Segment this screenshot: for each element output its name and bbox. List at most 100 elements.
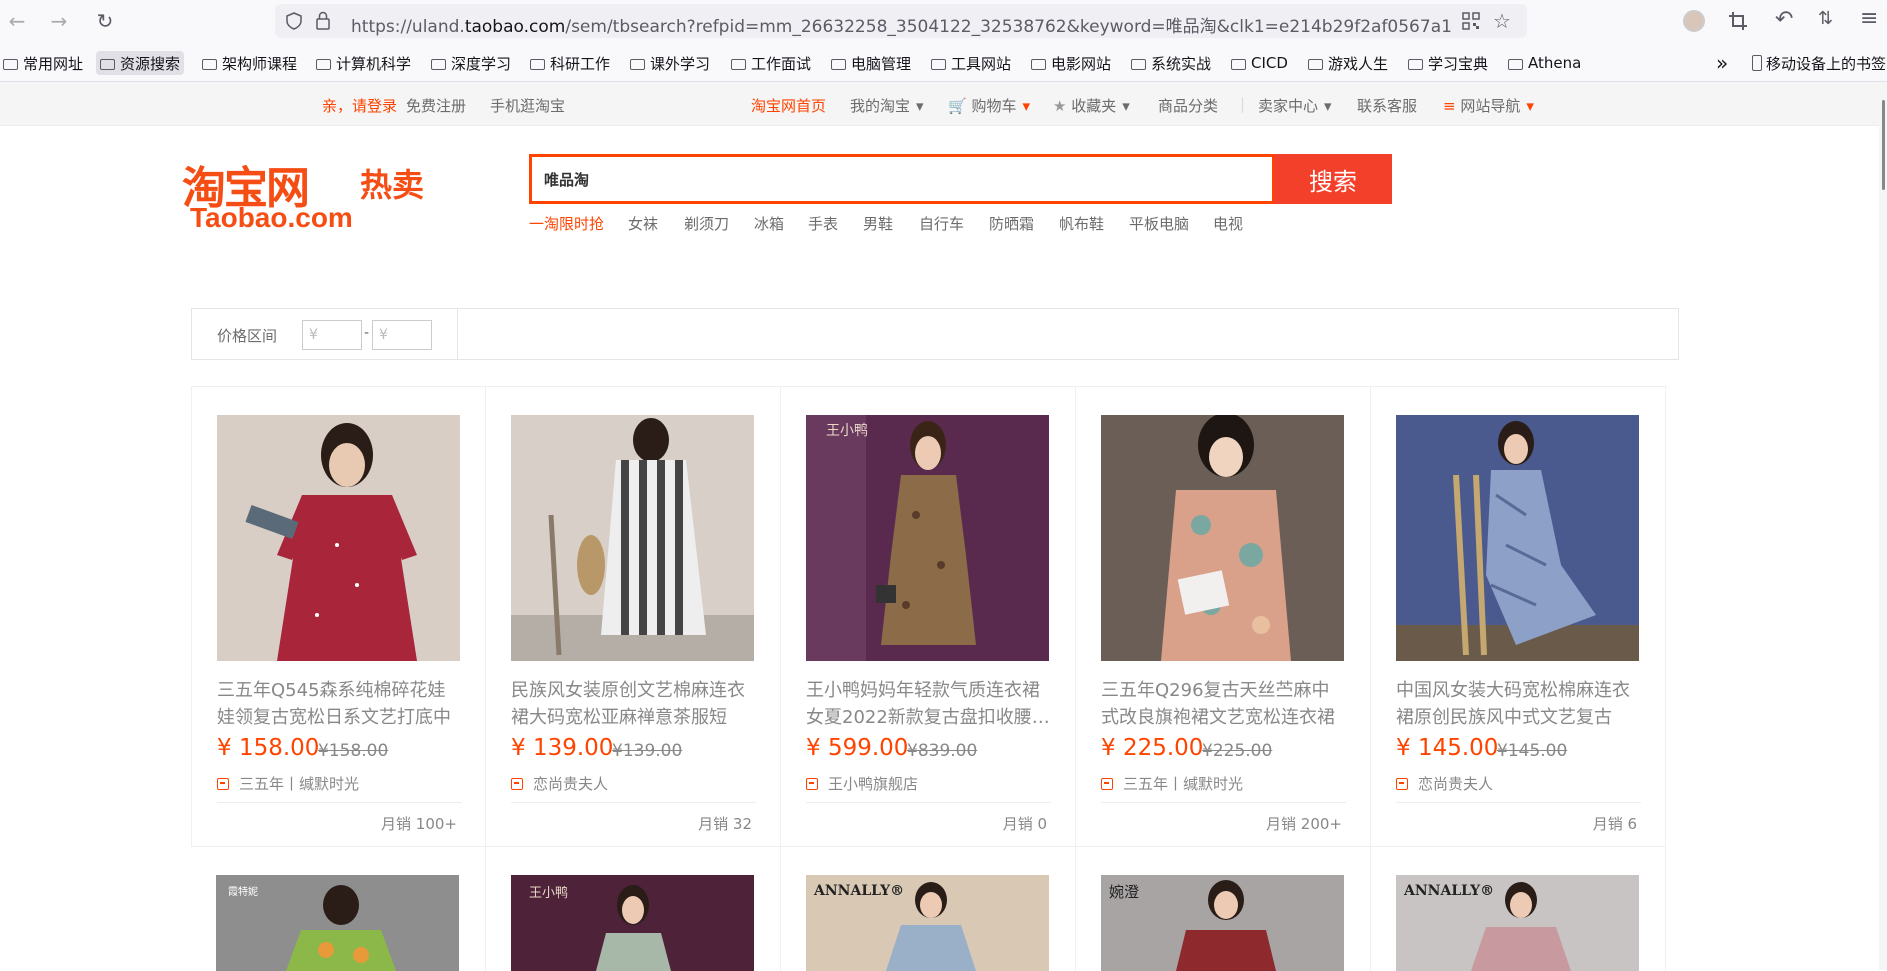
taobao-logo[interactable]: 淘宝网 热卖 Taobao.com (182, 152, 452, 233)
url-text[interactable]: https://uland.taobao.com/sem/tbsearch?re… (351, 12, 1451, 37)
product-image[interactable] (217, 415, 460, 661)
product-card[interactable]: ANNALLY® (781, 847, 1076, 971)
folder-icon (1131, 58, 1146, 70)
back-arrow-icon[interactable]: ← (4, 8, 30, 34)
product-image[interactable]: 王小鸭 (806, 415, 1049, 661)
bookmark-folder[interactable]: 科研工作 (530, 51, 610, 75)
bookmark-folder[interactable]: 电脑管理 (831, 51, 911, 75)
product-image[interactable] (1396, 415, 1639, 661)
product-title[interactable]: 民族风女装原创文艺棉麻连衣裙大码宽松亚麻禅意茶服短袖… (511, 677, 756, 731)
product-card[interactable]: 霞特妮 (191, 847, 486, 971)
product-image[interactable] (1101, 415, 1344, 661)
product-card[interactable]: 王小鸭 (486, 847, 781, 971)
product-sales: 月销 32 (698, 815, 752, 833)
scrollbar-track[interactable] (1879, 82, 1887, 970)
hot-word-link[interactable]: 自行车 (919, 213, 964, 234)
folder-icon (1508, 58, 1523, 70)
hot-word-link[interactable]: 防晒霜 (989, 213, 1034, 234)
product-title[interactable]: 王小鸭妈妈年轻款气质连衣裙女夏2022新款复古盘扣收腰… (806, 677, 1051, 731)
shield-icon[interactable] (285, 12, 303, 30)
bookmark-folder[interactable]: 游戏人生 (1308, 51, 1388, 75)
bookmarks-overflow-icon[interactable]: » (1716, 51, 1728, 75)
address-bar[interactable]: https://uland.taobao.com/sem/tbsearch?re… (275, 4, 1527, 38)
bookmark-label: 学习宝典 (1428, 54, 1489, 73)
lock-icon[interactable] (315, 11, 331, 31)
bookmark-folder[interactable]: 计算机科学 (316, 51, 411, 75)
search-button[interactable]: 搜索 (1274, 154, 1392, 204)
hot-word-link[interactable]: 手表 (808, 213, 838, 234)
product-shop[interactable]: 王小鸭旗舰店 (806, 773, 918, 794)
seller-center-link[interactable]: 卖家中心 ▾ (1258, 95, 1332, 116)
url-path: /sem/tbsearch?refpid=mm_26632258_3504122… (565, 17, 1451, 37)
hot-word-link[interactable]: 帆布鞋 (1059, 213, 1104, 234)
reload-icon[interactable]: ↻ (92, 8, 118, 34)
bookmark-label: 工作面试 (751, 54, 812, 73)
bookmark-folder[interactable]: 学习宝典 (1408, 51, 1488, 75)
hot-word-link[interactable]: 男鞋 (863, 213, 893, 234)
translate-icon[interactable]: ⇅ (1818, 8, 1833, 29)
hot-word-link[interactable]: 女袜 (628, 213, 658, 234)
product-image[interactable]: ANNALLY® (806, 875, 1049, 971)
bookmark-folder[interactable]: 架构师课程 (202, 51, 297, 75)
categories-link[interactable]: 商品分类 (1158, 95, 1218, 116)
product-image[interactable]: ANNALLY® (1396, 875, 1639, 971)
bookmark-folder[interactable]: 工作面试 (731, 51, 811, 75)
bookmark-folder[interactable]: 系统实战 (1131, 51, 1211, 75)
product-title[interactable]: 中国风女装大码宽松棉麻连衣裙原创民族风中式文艺复古茶… (1396, 677, 1641, 731)
product-image[interactable]: 王小鸭 (511, 875, 754, 971)
product-image[interactable] (511, 415, 754, 661)
mobile-bookmarks[interactable]: 移动设备上的书签 (1752, 51, 1886, 75)
cart-link[interactable]: 🛒 购物车 ▾ (948, 95, 1030, 116)
price-max-input[interactable]: ¥ (372, 320, 432, 350)
product-title[interactable]: 三五年Q545森系纯棉碎花娃娃领复古宽松日系文艺打底中长… (217, 677, 462, 731)
product-shop[interactable]: 恋尚贵夫人 (511, 773, 608, 794)
favorites-link[interactable]: ★ 收藏夹 ▾ (1053, 95, 1130, 116)
product-shop[interactable]: 恋尚贵夫人 (1396, 773, 1493, 794)
search-input[interactable] (532, 157, 1272, 201)
product-card[interactable]: 民族风女装原创文艺棉麻连衣裙大码宽松亚麻禅意茶服短袖… ¥ 139.00 ¥13… (486, 387, 781, 847)
my-taobao-link[interactable]: 我的淘宝 ▾ (850, 95, 924, 116)
qr-code-icon[interactable] (1462, 12, 1480, 30)
product-image[interactable]: 婉澄 (1101, 875, 1344, 971)
site-navigation-link[interactable]: ≡ 网站导航 ▾ (1443, 95, 1534, 116)
customer-service-link[interactable]: 联系客服 (1357, 95, 1417, 116)
bookmark-folder[interactable]: 电影网站 (1031, 51, 1111, 75)
profile-avatar-icon[interactable] (1683, 10, 1705, 32)
logo-hot-sale: 热卖 (360, 166, 425, 204)
product-card[interactable]: ANNALLY® (1371, 847, 1666, 971)
product-shop[interactable]: 三五年丨缄默时光 (217, 773, 359, 794)
mobile-link[interactable]: 手机逛淘宝 (490, 95, 565, 116)
product-shop[interactable]: 三五年丨缄默时光 (1101, 773, 1243, 794)
bookmark-folder[interactable]: 常用网址 (3, 51, 83, 75)
bookmark-folder[interactable]: CICD (1231, 51, 1288, 75)
bookmark-folder[interactable]: 深度学习 (431, 51, 511, 75)
product-card[interactable]: 三五年Q296复古天丝苎麻中式改良旗袍裙文艺宽松连衣裙a… ¥ 225.00 ¥… (1076, 387, 1371, 847)
home-link[interactable]: 淘宝网首页 (751, 95, 826, 116)
product-image[interactable]: 霞特妮 (216, 875, 459, 971)
bookmark-folder[interactable]: Athena (1508, 51, 1581, 75)
menu-icon[interactable]: ≡ (1860, 6, 1878, 31)
register-link[interactable]: 免费注册 (406, 95, 466, 116)
price-min-input[interactable]: ¥ (302, 320, 362, 350)
product-card[interactable]: 王小鸭 王小鸭妈妈年轻款气质连衣裙女夏2022新款复古盘扣收腰… ¥ 599.0… (781, 387, 1076, 847)
product-card[interactable]: 三五年Q545森系纯棉碎花娃娃领复古宽松日系文艺打底中长… ¥ 158.00 ¥… (191, 387, 486, 847)
bookmark-star-icon[interactable]: ☆ (1493, 9, 1511, 33)
hot-word-link[interactable]: 电视 (1213, 213, 1243, 234)
crop-icon[interactable] (1728, 11, 1748, 31)
bookmark-folder[interactable]: 工具网站 (931, 51, 1011, 75)
hot-word-link[interactable]: 平板电脑 (1129, 213, 1189, 234)
login-link[interactable]: 亲，请登录 (322, 95, 397, 116)
undo-icon[interactable]: ↶ (1775, 7, 1793, 32)
bookmark-folder[interactable]: 课外学习 (630, 51, 710, 75)
hot-word-link[interactable]: 剃须刀 (684, 213, 729, 234)
product-card[interactable]: 婉澄 (1076, 847, 1371, 971)
scrollbar-thumb[interactable] (1882, 100, 1885, 190)
product-title[interactable]: 三五年Q296复古天丝苎麻中式改良旗袍裙文艺宽松连衣裙a… (1101, 677, 1346, 731)
bookmark-folder[interactable]: 资源搜索 (96, 51, 185, 75)
hot-word-link[interactable]: 冰箱 (754, 213, 784, 234)
forward-arrow-icon[interactable]: → (46, 8, 72, 34)
product-card[interactable]: 中国风女装大码宽松棉麻连衣裙原创民族风中式文艺复古茶… ¥ 145.00 ¥14… (1371, 387, 1666, 847)
bookmark-label: CICD (1251, 54, 1288, 72)
bookmarks-bar: 常用网址 资源搜索 架构师课程 计算机科学 深度学习 科研工作 课外学习 工作面… (0, 42, 1887, 82)
hot-word-link[interactable]: 一淘限时抢 (529, 213, 604, 234)
